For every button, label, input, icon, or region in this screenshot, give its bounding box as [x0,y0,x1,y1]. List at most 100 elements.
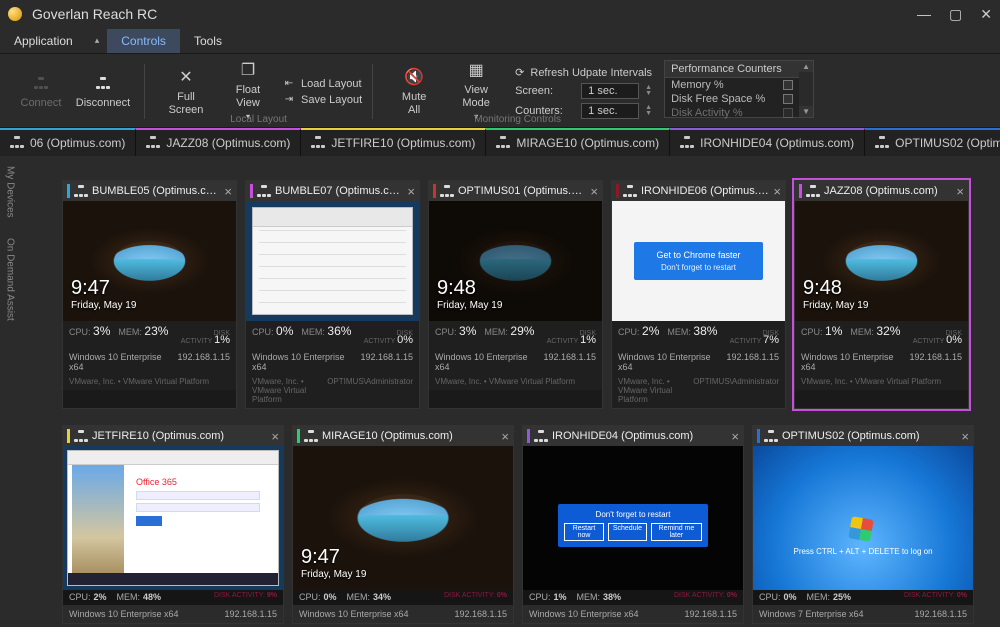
session-thumbnail[interactable]: MIRAGE10 (Optimus.com) × 9:47Friday, May… [292,425,514,624]
session-tab[interactable]: JETFIRE10 (Optimus.com) [301,128,486,156]
thumb-footer: Windows 10 Enterprise x64192.168.1.15 [795,348,968,376]
color-indicator [757,429,760,443]
color-indicator [527,429,530,443]
perf-disk-activity[interactable]: Disk Activity % [665,106,799,120]
session-thumbnail[interactable]: OPTIMUS01 (Optimus.com) × 9:48Friday, Ma… [428,180,603,409]
performance-counters-panel: Performance Counters Memory % Disk Free … [664,60,814,118]
desktop-clock: 9:47Friday, May 19 [301,546,366,580]
session-thumbnail[interactable]: IRONHIDE04 (Optimus.com) × Don't forget … [522,425,744,624]
title-bar: Goverlan Reach RC — ▢ ✕ [0,0,1000,28]
menu-caret-icon[interactable]: ▴ [87,30,108,51]
node-icon [875,136,889,151]
session-tab-strip: 06 (Optimus.com)JAZZ08 (Optimus.com) JETF… [0,128,1000,156]
thumb-screen[interactable]: 9:48Friday, May 19 [429,201,602,321]
color-indicator [67,429,70,443]
close-icon[interactable]: × [590,184,598,199]
mute-all-button[interactable]: 🔇 MuteAll [383,65,445,119]
connect-icon [34,73,48,93]
menu-application[interactable]: Application [0,29,87,53]
session-thumbnail[interactable]: BUMBLE05 (Optimus.com) × 9:47Friday, May… [62,180,237,409]
thumb-screen[interactable] [246,201,419,321]
refresh-icon: ⟳ [515,66,524,79]
dark-desktop: Don't forget to restart Restart now Sche… [523,446,743,590]
side-my-devices[interactable]: My Devices [5,166,16,218]
thumb-footer: Windows 10 Enterprise x64192.168.1.15 [523,605,743,623]
session-thumbnail[interactable]: OPTIMUS02 (Optimus.com) × Press CTRL + A… [752,425,974,624]
node-icon [623,185,637,197]
close-icon[interactable]: × [407,184,415,199]
screen-interval-spinner[interactable]: ▲▼ [645,85,652,97]
checkbox-icon[interactable] [783,80,793,90]
thumb-title: JAZZ08 (Optimus.com) [824,185,952,197]
thumb-stats: CPU: 0% MEM: 34% DISK ACTIVITY: 0% [293,590,513,605]
thumb-footer: Windows 10 Enterprise x64192.168.1.15 [612,348,785,376]
fullscreen-button[interactable]: ✕ FullScreen [155,65,217,119]
thumb-screen[interactable]: Don't forget to restart Restart now Sche… [523,446,743,590]
session-thumbnail[interactable]: BUMBLE07 (Optimus.com) × CPU: 0% MEM: 36… [245,180,420,409]
session-tab[interactable]: MIRAGE10 (Optimus.com) [486,128,670,156]
win7-desktop: Press CTRL + ALT + DELETE to log on [753,446,973,590]
section-monitoring-controls: Monitoring Controls [377,114,658,125]
close-icon[interactable]: × [956,184,964,199]
node-icon [311,136,325,151]
maximize-button[interactable]: ▢ [949,6,962,23]
screen-interval-input[interactable]: 1 sec. [581,83,639,99]
connect-button[interactable]: Connect [10,71,72,112]
perf-memory[interactable]: Memory % [665,78,799,92]
perf-disk-free[interactable]: Disk Free Space % [665,92,799,106]
thumb-screen[interactable]: Office 365 [63,446,283,590]
menu-controls[interactable]: Controls [107,29,180,53]
thumb-screen[interactable]: 9:48Friday, May 19 [795,201,968,321]
minimize-button[interactable]: — [917,6,931,23]
color-indicator [250,184,253,198]
checkbox-icon[interactable] [783,94,793,104]
disconnect-button[interactable]: Disconnect [72,71,134,112]
session-tab[interactable]: JAZZ08 (Optimus.com) [136,128,301,156]
thumb-header: BUMBLE07 (Optimus.com) × [246,181,419,201]
save-layout-button[interactable]: ⇥Save Layout [283,94,362,106]
refresh-intervals-header: ⟳ Refresh Udpate Intervals [515,66,652,79]
scroll-up-icon[interactable]: ▲ [799,61,813,72]
thumb-screen[interactable]: 9:47Friday, May 19 [63,201,236,321]
fullscreen-icon: ✕ [179,67,192,87]
close-icon[interactable]: × [773,184,781,199]
scroll-down-icon[interactable]: ▼ [799,106,813,117]
close-icon[interactable]: × [271,429,279,444]
session-tab[interactable]: 06 (Optimus.com) [0,128,136,156]
thumb-stats: CPU: 0% MEM: 36% DISKACTIVITY 0% [246,321,419,348]
close-icon[interactable]: × [501,429,509,444]
close-button[interactable]: ✕ [980,6,992,23]
close-icon[interactable]: × [961,429,969,444]
thumb-stats: CPU: 3% MEM: 23% DISKACTIVITY 1% [63,321,236,348]
thumb-stats: CPU: 2% MEM: 38% DISKACTIVITY 7% [612,321,785,348]
thumb-screen[interactable]: 9:47Friday, May 19 [293,446,513,590]
thumb-title: OPTIMUS02 (Optimus.com) [782,430,957,442]
thumb-screen[interactable]: Get to Chrome fasterDon't forget to rest… [612,201,785,321]
thumb-header: JETFIRE10 (Optimus.com) × [63,426,283,446]
session-thumbnail[interactable]: JAZZ08 (Optimus.com) × 9:48Friday, May 1… [794,180,969,409]
checkbox-icon[interactable] [783,108,793,118]
thumb-footer: Windows 10 Enterprise x64192.168.1.15 [63,348,236,376]
chrome-popup: Get to Chrome fasterDon't forget to rest… [612,201,785,321]
close-icon[interactable]: × [224,184,232,199]
thumb-screen[interactable]: Press CTRL + ALT + DELETE to log on [753,446,973,590]
node-icon [146,136,160,151]
perf-scrollbar[interactable]: ▲ ▼ [799,61,813,117]
session-thumbnail[interactable]: IRONHIDE06 (Optimus.com) × Get to Chrome… [611,180,786,409]
close-icon[interactable]: × [731,429,739,444]
thumb-header: JAZZ08 (Optimus.com) × [795,181,968,201]
color-indicator [67,184,70,198]
session-tab[interactable]: IRONHIDE04 (Optimus.com) [670,128,865,156]
tab-label: JETFIRE10 (Optimus.com) [331,136,475,150]
app-icon [8,7,22,21]
menu-tools[interactable]: Tools [180,29,236,53]
session-thumbnail[interactable]: JETFIRE10 (Optimus.com) × Office 365 CPU… [62,425,284,624]
thumb-title: BUMBLE07 (Optimus.com) [275,185,403,197]
import-icon: ⇤ [283,78,295,89]
window-controls: — ▢ ✕ [917,6,992,23]
thumb-title: BUMBLE05 (Optimus.com) [92,185,220,197]
side-on-demand-assist[interactable]: On Demand Assist [5,238,16,321]
load-layout-button[interactable]: ⇤Load Layout [283,78,362,90]
session-tab[interactable]: OPTIMUS02 (Optimus.com) [865,128,1000,156]
thumb-stats: CPU: 1% MEM: 38% DISK ACTIVITY: 0% [523,590,743,605]
